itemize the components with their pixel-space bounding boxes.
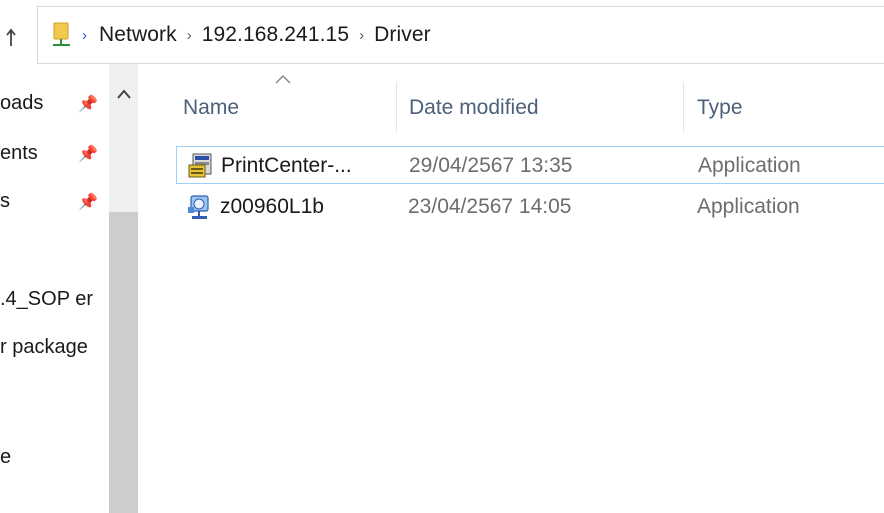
breadcrumb-network[interactable]: Network [99, 23, 177, 47]
file-type: Application [697, 195, 800, 218]
address-bar[interactable]: › Network › 192.168.241.15 › Driver [37, 6, 884, 64]
column-divider[interactable] [683, 82, 684, 132]
nav-item-downloads[interactable]: oads [0, 92, 43, 115]
pin-icon[interactable]: 📌 [78, 94, 98, 114]
file-date: 23/04/2567 14:05 [408, 195, 572, 218]
nav-item-other[interactable]: e [0, 446, 11, 469]
column-divider[interactable] [396, 82, 397, 132]
nav-item-sop-folder[interactable]: .4_SOP er [0, 288, 93, 311]
nav-item-documents[interactable]: ents [0, 142, 38, 165]
file-name[interactable]: PrintCenter-... [221, 147, 352, 185]
column-header-type[interactable]: Type [697, 88, 743, 128]
chevron-right-icon[interactable]: › [187, 28, 192, 43]
column-header-name[interactable]: Name [183, 88, 239, 128]
breadcrumb-separator-icon: › [82, 26, 87, 44]
file-list: Name Date modified Type PrintCenter-... … [140, 64, 884, 513]
up-arrow-icon[interactable] [6, 26, 24, 48]
file-date: 29/04/2567 13:35 [409, 154, 573, 177]
pin-icon[interactable]: 📌 [78, 192, 98, 212]
setup-installer-icon [187, 152, 215, 180]
file-row[interactable]: z00960L1b 23/04/2567 14:05 Application [176, 188, 884, 226]
network-icon [51, 20, 73, 50]
scroll-up-arrow-icon[interactable] [109, 86, 138, 112]
sort-ascending-icon [274, 72, 292, 84]
navigation-pane: oads 📌 ents 📌 s 📌 .4_SOP er r package e [0, 64, 140, 513]
file-type: Application [698, 154, 801, 177]
file-name[interactable]: z00960L1b [220, 188, 324, 226]
chevron-right-icon[interactable]: › [359, 28, 364, 43]
nav-scrollbar[interactable] [109, 64, 138, 513]
file-row[interactable]: PrintCenter-... 29/04/2567 13:35 Applica… [176, 146, 884, 184]
pin-icon[interactable]: 📌 [78, 144, 98, 164]
breadcrumb-driver[interactable]: Driver [374, 23, 431, 47]
file-explorer-window: › Network › 192.168.241.15 › Driver oads… [0, 0, 884, 513]
nav-item-pictures[interactable]: s [0, 190, 10, 213]
breadcrumb-server[interactable]: 192.168.241.15 [202, 23, 349, 47]
column-header-date[interactable]: Date modified [409, 88, 539, 128]
network-app-icon [186, 193, 214, 221]
scrollbar-thumb[interactable] [109, 212, 138, 513]
nav-item-package-folder[interactable]: r package [0, 336, 88, 359]
